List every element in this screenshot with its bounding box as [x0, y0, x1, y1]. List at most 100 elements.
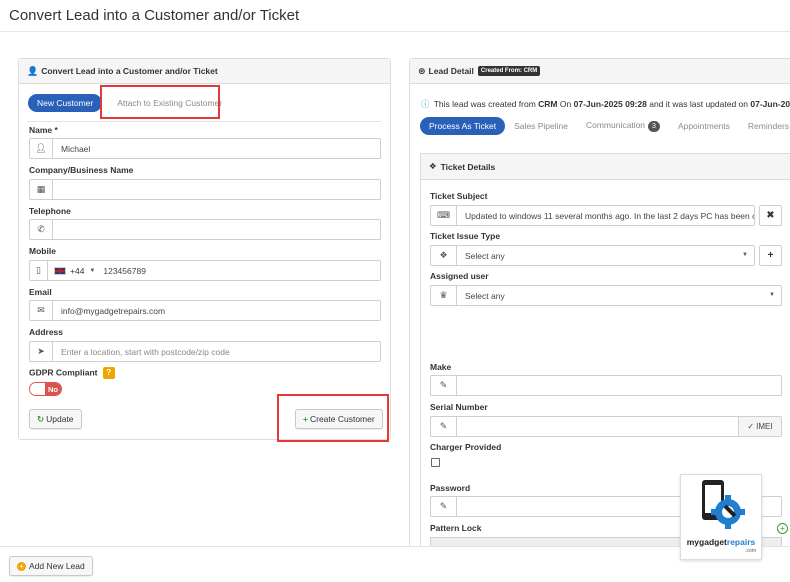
info-source: CRM — [538, 99, 558, 109]
tab-communication[interactable]: Communication 3 — [577, 116, 669, 136]
assigned-user-selected: Select any — [465, 290, 505, 301]
created-from-badge: Created From: CRM — [477, 66, 541, 76]
make-value — [457, 376, 781, 395]
info-prefix: This lead was created from — [433, 99, 536, 109]
logo-text: mygadgetrepairs — [681, 537, 761, 547]
keyboard-icon: ⌨ — [431, 206, 457, 225]
tab-sales-pipeline[interactable]: Sales Pipeline — [505, 117, 577, 135]
lead-detail-header: ⊛ Lead Detail Created From: CRM — [410, 59, 790, 84]
add-issue-type-button[interactable]: + — [759, 245, 782, 266]
company-value — [53, 180, 380, 199]
mobile-field[interactable]: ▯ +44 ▼ 123456789 — [29, 260, 381, 281]
make-label: Make — [430, 362, 452, 372]
assigned-user-select[interactable]: ♛ Select any ▼ — [430, 285, 782, 306]
name-label: Name * — [29, 125, 58, 135]
check-icon: ✓ — [747, 422, 755, 431]
tag-icon: ❖ — [429, 161, 437, 171]
building-icon: ▦ — [30, 180, 53, 199]
lead-tabs: Process As Ticket Sales Pipeline Communi… — [420, 116, 790, 136]
users-icon: ♛ — [431, 286, 457, 305]
logo-text-part1: mygadget — [686, 537, 727, 547]
gdpr-toggle[interactable]: No — [29, 382, 62, 396]
telephone-field[interactable]: ✆ — [29, 219, 381, 240]
gdpr-toggle-state: No — [45, 383, 61, 395]
edit-icon: ✎ — [431, 417, 457, 436]
email-field[interactable]: ✉ info@mygadgetrepairs.com — [29, 300, 381, 321]
sitemap-icon: ⊛ — [418, 65, 426, 76]
country-code-select[interactable]: +44 ▼ — [48, 261, 101, 280]
phone-gear-logo-icon — [702, 480, 745, 529]
company-label: Company/Business Name — [29, 165, 134, 175]
name-field[interactable]: 👤︎ Michael — [29, 138, 381, 159]
convert-lead-panel-header: 👤 Convert Lead into a Customer and/or Ti… — [19, 59, 390, 84]
uk-flag-icon — [54, 266, 66, 275]
ticket-subject-label: Ticket Subject — [430, 191, 488, 201]
edit-icon: ✎ — [431, 497, 457, 516]
address-label: Address — [29, 327, 64, 337]
email-value: info@mygadgetrepairs.com — [61, 305, 166, 316]
add-new-lead-label: Add New Lead — [29, 561, 85, 571]
info-updated-date: 07-Jun-2025 10 — [750, 99, 790, 109]
page-title: Convert Lead into a Customer and/or Tick… — [9, 7, 300, 24]
phone-icon: ✆ — [30, 220, 53, 239]
plus-circle-icon: + — [17, 561, 26, 571]
ticket-issue-type-select[interactable]: ❖ Select any ▼ — [430, 245, 755, 266]
pattern-lock-add-icon[interactable]: + — [777, 523, 788, 534]
charger-provided-checkbox[interactable] — [431, 458, 440, 467]
chevron-down-icon: ▼ — [742, 252, 748, 258]
edit-icon: ✎ — [431, 376, 457, 395]
clear-subject-button[interactable]: ✖ — [759, 205, 782, 226]
envelope-icon: ✉ — [30, 301, 53, 320]
tab-process-as-ticket[interactable]: Process As Ticket — [420, 117, 506, 135]
communication-count-badge: 3 — [648, 121, 660, 132]
company-field[interactable]: ▦ — [29, 179, 381, 200]
tag-icon: ❖ — [431, 246, 457, 265]
toggle-knob — [30, 383, 45, 395]
add-new-lead-button[interactable]: + Add New Lead — [9, 556, 93, 576]
pattern-lock-label: Pattern Lock — [430, 523, 482, 533]
info-middle: and it was last updated on — [649, 99, 748, 109]
telephone-label: Telephone — [29, 206, 71, 216]
ticket-subject-value: Updated to windows 11 several months ago… — [465, 210, 754, 221]
make-field[interactable]: ✎ — [430, 375, 782, 396]
highlight-create-customer — [277, 394, 389, 442]
password-label: Password — [430, 483, 471, 493]
user-icon: 👤︎ — [30, 139, 53, 158]
tab-reminders[interactable]: Reminders — [739, 117, 790, 135]
telephone-value — [53, 220, 380, 239]
plus-icon: + — [767, 250, 774, 261]
address-field[interactable]: ➤ Enter a location, start with postcode/… — [29, 341, 381, 362]
help-icon[interactable]: ? — [102, 367, 115, 379]
logo-suffix: .com — [745, 548, 756, 554]
logo-text-part2: repairs — [726, 537, 756, 547]
gdpr-label-text: GDPR Compliant — [29, 367, 98, 378]
ticket-subject-field[interactable]: ⌨ Updated to windows 11 several months a… — [430, 205, 755, 226]
email-label: Email — [29, 287, 52, 297]
refresh-icon: ↻ — [37, 413, 45, 424]
highlight-attach-existing — [100, 85, 220, 119]
serial-number-value — [457, 417, 738, 436]
serial-number-label: Serial Number — [430, 402, 488, 412]
tab-communication-label: Communication — [585, 120, 646, 130]
title-divider — [0, 31, 790, 32]
info-icon: ⓘ — [421, 99, 430, 109]
chevron-down-icon: ▼ — [769, 292, 775, 298]
tab-appointments[interactable]: Appointments — [669, 117, 739, 135]
assigned-user-label: Assigned user — [430, 271, 489, 281]
update-button[interactable]: ↻ Update — [29, 409, 82, 429]
tabs-divider — [28, 121, 381, 122]
user-icon: 👤 — [27, 65, 39, 76]
chevron-down-icon: ▼ — [89, 267, 96, 274]
imei-button[interactable]: ✓ IMEI — [738, 417, 781, 436]
dial-code: +44 — [70, 265, 85, 276]
issue-type-value: Select any ▼ — [457, 246, 754, 265]
ticket-details-header: ❖ Ticket Details — [421, 154, 790, 180]
mobile-value: 123456789 — [103, 265, 146, 276]
close-icon: ✖ — [766, 210, 775, 221]
tab-new-customer[interactable]: New Customer — [28, 94, 103, 112]
footer-bar — [0, 546, 790, 582]
serial-number-field[interactable]: ✎ ✓ IMEI — [430, 416, 782, 437]
gdpr-label: GDPR Compliant ? — [29, 367, 115, 379]
issue-type-selected: Select any — [465, 250, 505, 261]
name-value: Michael — [61, 143, 91, 154]
